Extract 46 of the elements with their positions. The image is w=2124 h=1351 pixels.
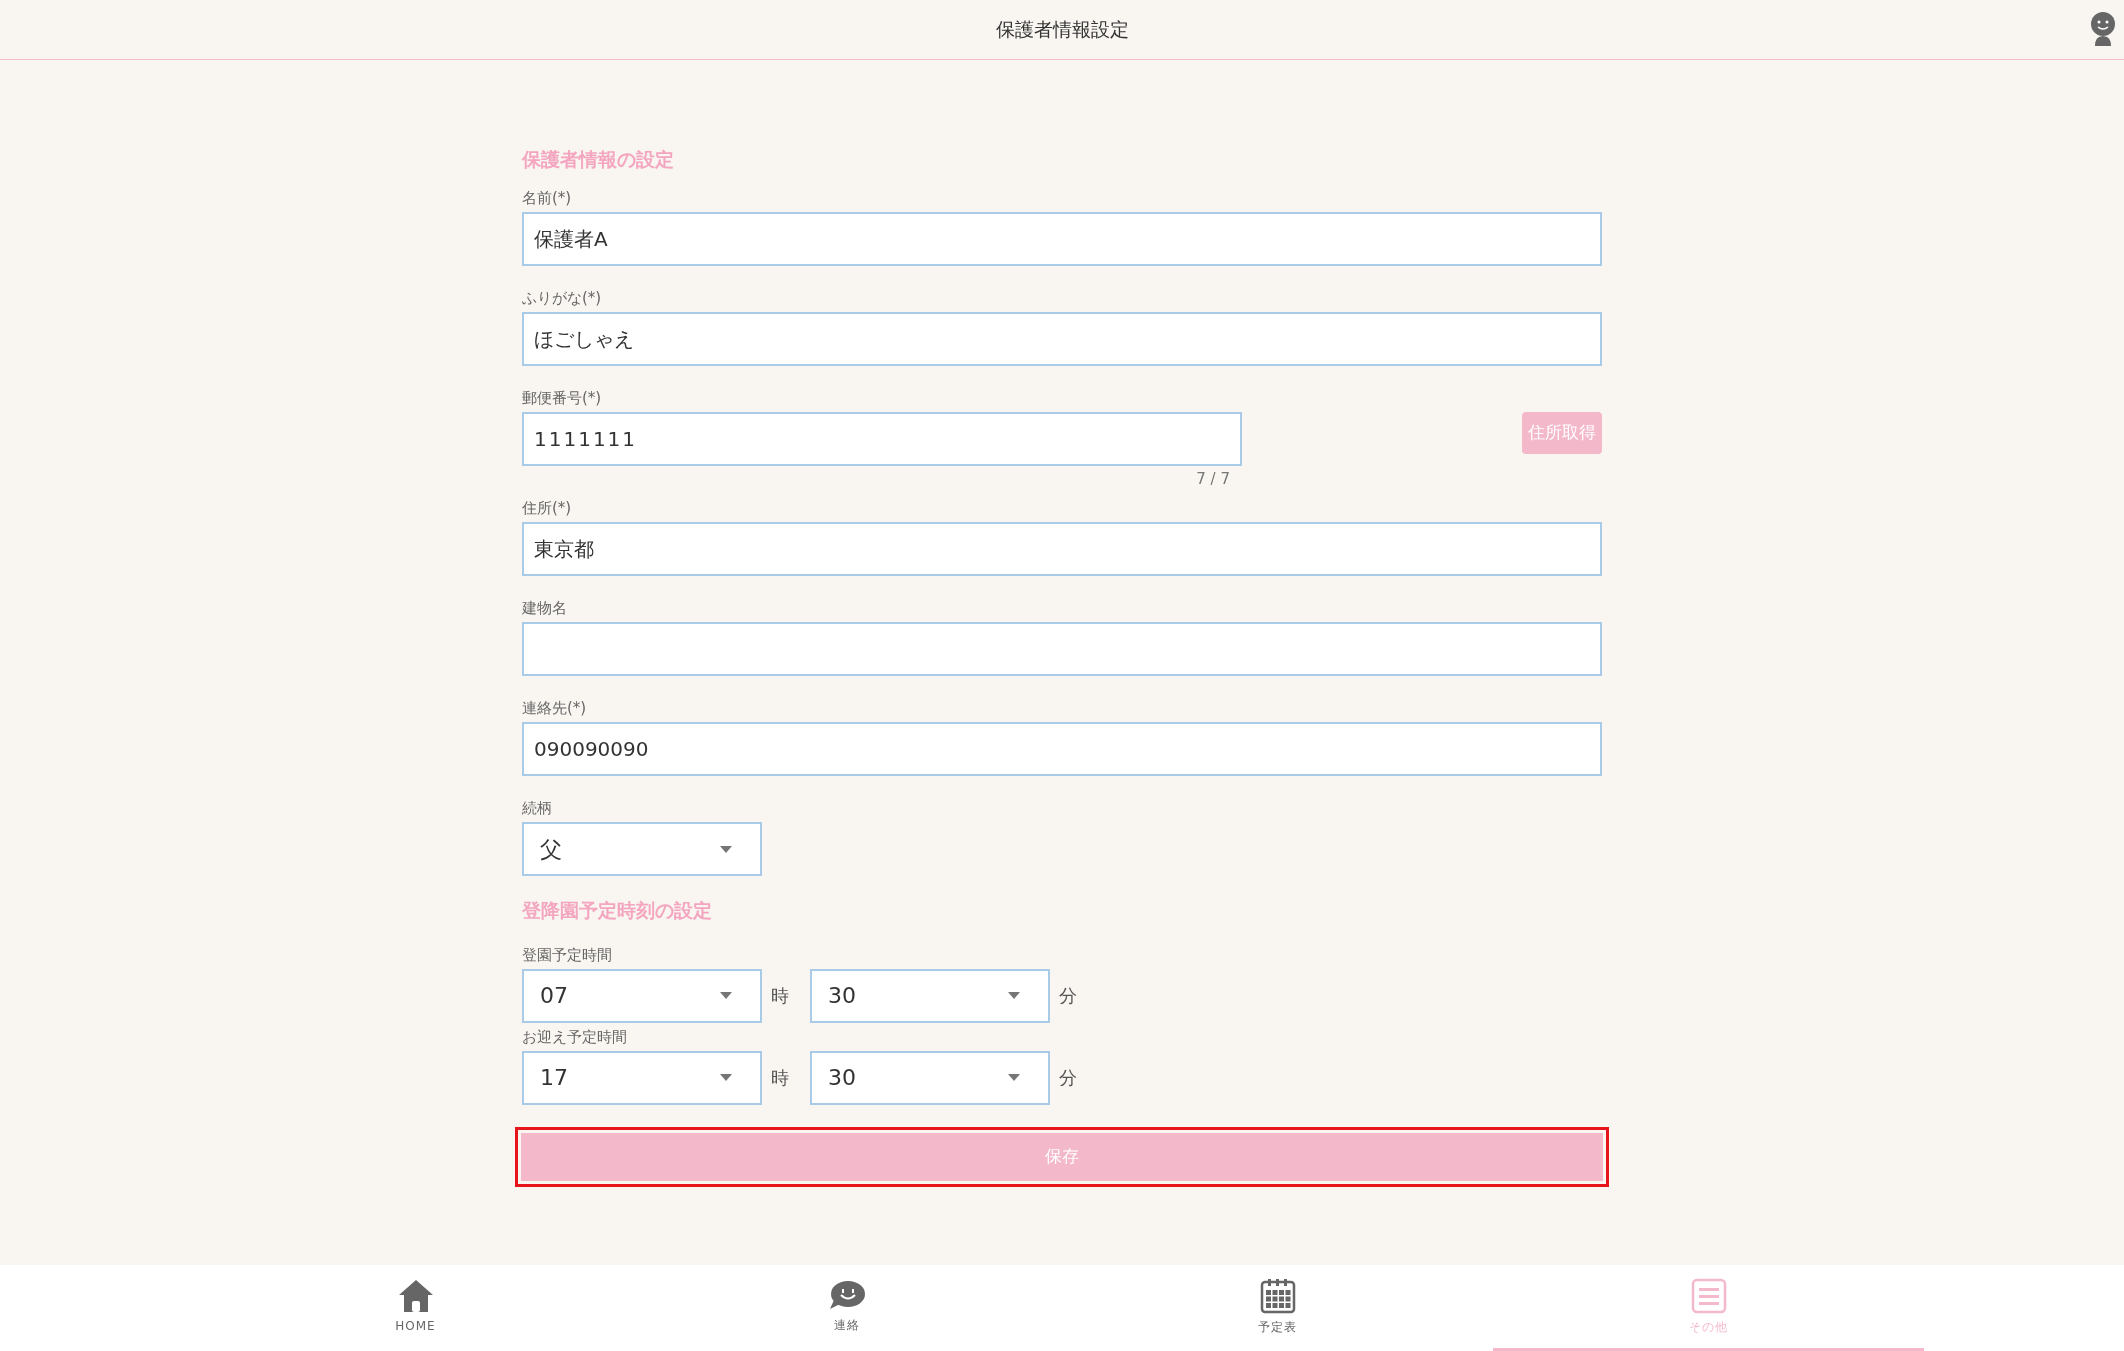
select-value: 30 [828, 1064, 856, 1092]
select-value: 07 [540, 982, 568, 1010]
select-field[interactable]: 07 [522, 968, 762, 1023]
select-value: 17 [540, 1064, 568, 1092]
caret-icon [720, 845, 732, 853]
select-value: 30 [828, 982, 856, 1010]
nav-tab[interactable]: 連絡 [631, 1265, 1062, 1351]
nav-tab[interactable]: 予定表 [1062, 1265, 1493, 1351]
select-field[interactable]: 30 [810, 968, 1050, 1023]
character-counter: 7 / 7 [1196, 468, 1230, 490]
chat-bubble-icon [827, 1279, 866, 1312]
section-title: 登降園予定時刻の設定 [522, 898, 713, 923]
list-icon [1690, 1277, 1727, 1314]
section-title: 保護者情報の設定 [522, 147, 675, 172]
house-icon [397, 1278, 434, 1313]
page-title: 保護者情報設定 [995, 17, 1129, 43]
select-value: 父 [540, 835, 562, 864]
field-label: 名前(*) [522, 187, 573, 208]
text-field[interactable]: 保護者A [522, 211, 1602, 266]
text-field[interactable]: ほごしゃえ [522, 311, 1602, 366]
field-label: 郵便番号(*) [522, 387, 603, 408]
field-label: 登園予定時間 [522, 944, 613, 965]
unit-label: 時 [770, 984, 790, 1008]
field-label: 連絡先(*) [522, 698, 588, 718]
text-field[interactable]: 1111111 [522, 411, 1242, 466]
field-label: 建物名 [522, 598, 568, 618]
caret-icon [1008, 1074, 1020, 1081]
unit-label: 分 [1058, 984, 1077, 1008]
avatar-icon[interactable] [2090, 12, 2116, 46]
select-field[interactable]: 父 [522, 822, 762, 876]
caret-icon [1008, 992, 1020, 999]
select-field[interactable]: 17 [522, 1050, 762, 1105]
caret-icon [720, 1074, 732, 1081]
text-field[interactable]: 090090090 [522, 722, 1602, 776]
unit-label: 分 [1058, 1066, 1077, 1090]
unit-label: 時 [770, 1066, 790, 1090]
select-field[interactable]: 30 [810, 1050, 1050, 1105]
field-label: 続柄 [522, 798, 553, 818]
text-field[interactable] [522, 622, 1602, 676]
calendar-icon [1259, 1277, 1296, 1314]
nav-tab[interactable]: HOME [200, 1265, 631, 1351]
text-field[interactable]: 東京都 [522, 522, 1602, 576]
caret-icon [720, 992, 732, 999]
field-label: 住所(*) [522, 498, 573, 518]
field-label: ふりがな(*) [522, 287, 603, 308]
field-label: お迎え予定時間 [522, 1026, 628, 1047]
